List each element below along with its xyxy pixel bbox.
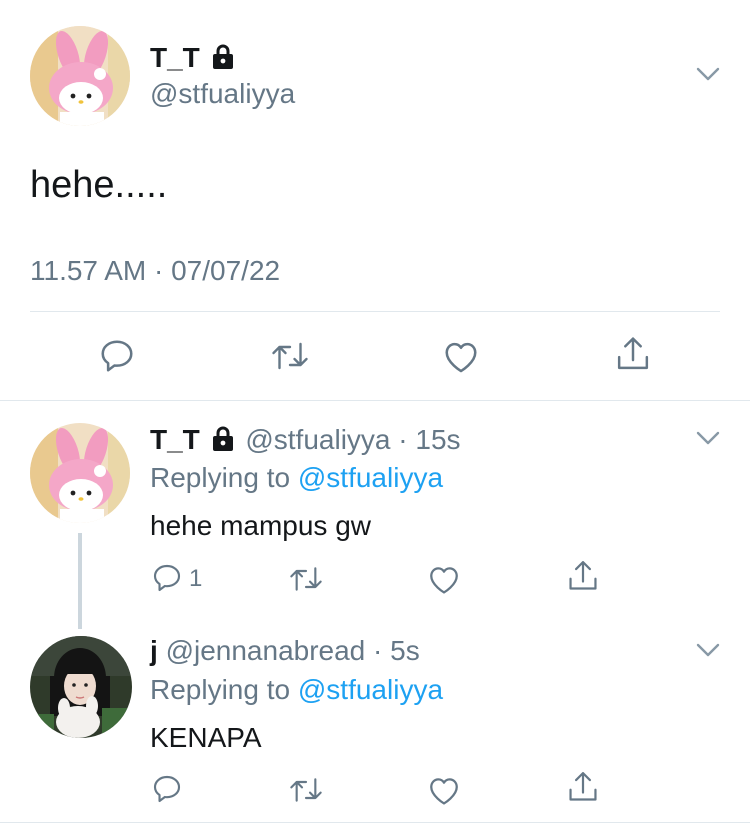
share-icon[interactable] — [614, 334, 652, 374]
chevron-down-icon[interactable] — [696, 430, 720, 446]
tweet-text: KENAPA — [150, 722, 262, 753]
retweet-icon[interactable] — [270, 338, 310, 374]
tweet-time: · 15s — [398, 424, 461, 455]
display-name[interactable]: T_T — [150, 424, 200, 455]
chevron-down-icon[interactable] — [696, 642, 720, 658]
handle[interactable]: @stfualiyya — [150, 78, 295, 110]
chevron-down-icon[interactable] — [696, 66, 720, 82]
replying-to-link[interactable]: @stfualiyya — [298, 462, 443, 493]
avatar-image — [30, 636, 132, 738]
like-icon[interactable] — [427, 563, 461, 595]
reply-icon[interactable] — [98, 337, 136, 375]
avatar[interactable] — [30, 26, 130, 126]
avatar-image — [30, 423, 130, 523]
share-icon[interactable] — [566, 558, 600, 594]
like-icon[interactable] — [442, 338, 480, 374]
reply-count: 1 — [189, 565, 203, 592]
section-divider — [0, 822, 750, 823]
handle[interactable]: @jennanabread — [166, 635, 366, 666]
tweet-text: hehe..... — [30, 164, 168, 206]
avatar-image — [30, 26, 130, 126]
tweet-text: hehe mampus gw — [150, 510, 372, 541]
share-icon[interactable] — [566, 769, 600, 805]
display-name[interactable]: T_T — [150, 42, 200, 73]
replying-to-link[interactable]: @stfualiyya — [298, 674, 443, 705]
timestamp[interactable]: 11.57 AM · 07/07/22 — [30, 255, 280, 287]
handle[interactable]: @stfualiyya — [245, 424, 390, 455]
reply-icon[interactable] — [150, 562, 184, 594]
like-icon[interactable] — [427, 774, 461, 806]
thread-line — [78, 533, 82, 629]
display-name[interactable]: j — [150, 635, 158, 666]
replying-label: Replying to — [150, 674, 291, 705]
avatar[interactable] — [30, 423, 130, 523]
lock-icon — [212, 426, 234, 452]
divider — [30, 311, 720, 312]
reply-icon[interactable] — [150, 773, 184, 805]
retweet-icon[interactable] — [288, 774, 324, 806]
retweet-icon[interactable] — [288, 563, 324, 595]
replying-label: Replying to — [150, 462, 291, 493]
lock-icon — [212, 44, 234, 70]
avatar[interactable] — [30, 636, 132, 738]
section-divider — [0, 400, 750, 401]
tweet-time: · 5s — [373, 635, 420, 666]
